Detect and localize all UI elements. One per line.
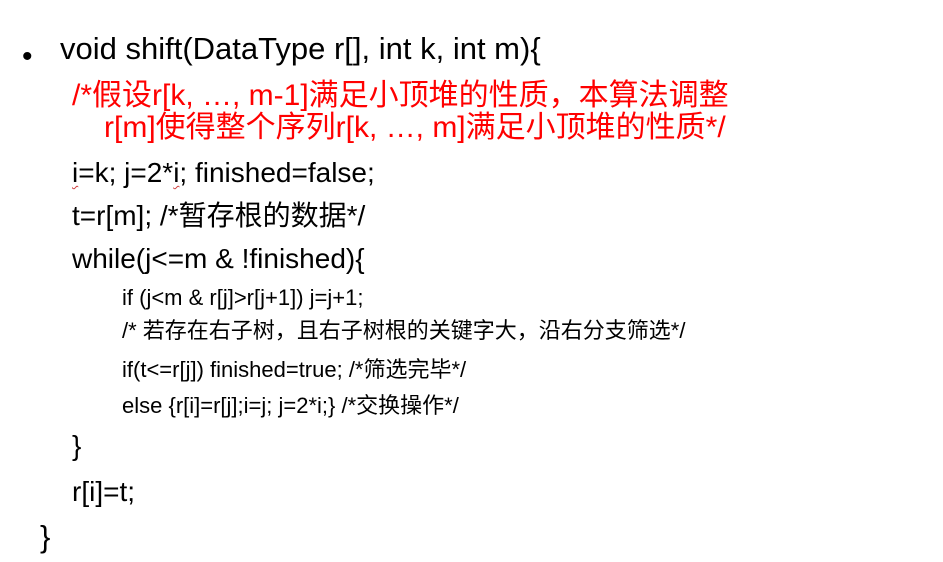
- close-while-brace: }: [72, 430, 82, 461]
- assign-t-statement: t=r[m]; /*暂存根的数据*/: [72, 200, 366, 231]
- bullet-marker: •: [22, 40, 33, 73]
- else-swap: else {r[i]=r[j];i=j; j=2*i;} /*交换操作*/: [122, 393, 459, 418]
- init-statement: i=k; j=2*i; finished=false;: [72, 159, 375, 187]
- init-tail: ; finished=false;: [179, 157, 375, 188]
- comment-line-1: /*假设r[k, …, m-1]满足小顶堆的性质，本算法调整: [72, 79, 729, 112]
- function-signature: void shift(DataType r[], int k, int m){: [60, 31, 541, 66]
- comment-right-branch: /* 若存在右子树，且右子树根的关键字大，沿右分支筛选*/: [122, 318, 686, 343]
- if-finished: if(t<=r[j]) finished=true; /*筛选完毕*/: [122, 357, 467, 382]
- init-mid: =k; j=2*: [78, 157, 174, 188]
- while-loop-head: while(j<=m & !finished){: [72, 243, 365, 274]
- if-right-child: if (j<m & r[j]>r[j+1]) j=j+1;: [122, 285, 364, 310]
- comment-line-2: r[m]使得整个序列r[k, …, m]满足小顶堆的性质*/: [104, 111, 726, 144]
- slide: • void shift(DataType r[], int k, int m)…: [0, 0, 943, 562]
- assign-ri-statement: r[i]=t;: [72, 476, 136, 507]
- close-function-brace: }: [40, 519, 51, 554]
